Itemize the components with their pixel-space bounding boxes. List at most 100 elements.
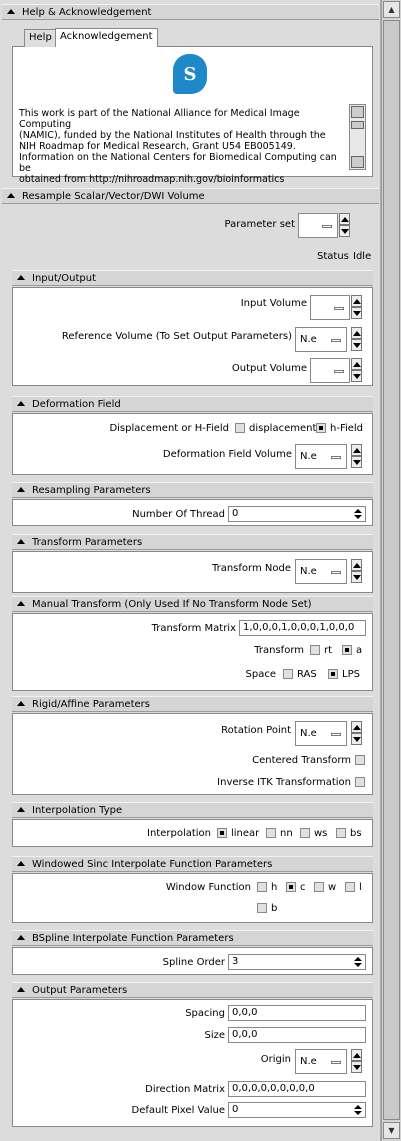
ras-radio[interactable] xyxy=(283,669,293,679)
window-w-radio[interactable] xyxy=(314,882,324,892)
window-function-label: Window Function xyxy=(165,882,251,893)
centered-transform-checkbox[interactable] xyxy=(355,755,365,765)
ras-option-label: RAS xyxy=(297,669,317,680)
spin-arrows-icon[interactable] xyxy=(354,1105,362,1116)
spin-arrows-icon[interactable] xyxy=(354,957,362,968)
inverse-itk-checkbox[interactable] xyxy=(355,777,365,787)
module-panel: Help & Acknowledgement Help Acknowledgem… xyxy=(0,0,381,1141)
module-header[interactable]: Resample Scalar/Vector/DWI Volume xyxy=(2,188,379,204)
scroll-thumb[interactable] xyxy=(351,121,364,129)
collapse-arrow-icon[interactable] xyxy=(7,193,15,198)
threads-spinbox[interactable]: 0 xyxy=(228,506,366,522)
window-b-radio[interactable] xyxy=(257,903,267,913)
bs-option-label: bs xyxy=(350,828,362,839)
origin-dropdown[interactable]: N.e xyxy=(295,1049,347,1074)
bspline-section-header[interactable]: BSpline Interpolate Function Parameters xyxy=(12,930,373,946)
rotation-point-label: Rotation Point xyxy=(221,725,291,736)
nn-radio[interactable] xyxy=(266,828,276,838)
collapse-arrow-icon[interactable] xyxy=(17,701,25,706)
hfield-radio[interactable] xyxy=(316,423,326,433)
default-pixel-spinbox[interactable]: 0 xyxy=(228,1102,366,1118)
parameter-set-dropdown[interactable] xyxy=(298,213,338,238)
deformation-field-stepper[interactable] xyxy=(351,444,362,469)
scroll-down-arrow-icon[interactable]: ▼ xyxy=(383,1122,400,1139)
deformation-field-volume-label: Deformation Field Volume xyxy=(162,449,292,460)
centered-transform-label: Centered Transform xyxy=(252,755,351,766)
manual-transform-section-header[interactable]: Manual Transform (Only Used If No Transf… xyxy=(12,596,373,612)
hfield-option-label: h-Field xyxy=(330,423,364,434)
collapse-arrow-icon[interactable] xyxy=(17,935,25,940)
spin-arrows-icon[interactable] xyxy=(354,509,362,520)
tab-acknowledgement[interactable]: Acknowledgement xyxy=(55,28,158,47)
transform-section-header[interactable]: Transform Parameters xyxy=(12,534,373,550)
size-field[interactable]: 0,0,0 xyxy=(228,1027,366,1043)
interpolation-section-header[interactable]: Interpolation Type xyxy=(12,802,373,818)
spline-order-spinbox[interactable]: 3 xyxy=(228,954,366,970)
origin-stepper[interactable] xyxy=(351,1049,362,1074)
windowed-sinc-section-header[interactable]: Windowed Sinc Interpolate Function Param… xyxy=(12,856,373,872)
window-c-option-label: c xyxy=(300,882,306,893)
collapse-arrow-icon[interactable] xyxy=(17,807,25,812)
reference-volume-label: Reference Volume (To Set Output Paramete… xyxy=(61,331,292,342)
spacing-field[interactable]: 0,0,0 xyxy=(228,1005,366,1021)
window-l-radio[interactable] xyxy=(345,882,355,892)
rotation-point-dropdown[interactable]: N.e xyxy=(295,721,347,746)
input-volume-label: Input Volume xyxy=(240,298,307,309)
ack-line: (NAMIC), funded by the National Institut… xyxy=(19,130,326,141)
status-value: Idle xyxy=(353,251,372,262)
collapse-arrow-icon[interactable] xyxy=(17,987,25,992)
transform-section-title: Transform Parameters xyxy=(32,537,143,548)
output-volume-stepper[interactable] xyxy=(351,358,362,383)
ack-line: NIH Roadmap for Medical Research, Grant … xyxy=(19,141,296,152)
transform-node-stepper[interactable] xyxy=(351,559,362,584)
rigid-section-header[interactable]: Rigid/Affine Parameters xyxy=(12,696,373,712)
space-label: Space xyxy=(245,669,276,680)
help-section-header[interactable]: Help & Acknowledgement xyxy=(2,4,379,20)
resampling-section-header[interactable]: Resampling Parameters xyxy=(12,482,373,498)
rotation-point-stepper[interactable] xyxy=(351,721,362,746)
collapse-arrow-icon[interactable] xyxy=(17,539,25,544)
linear-radio[interactable] xyxy=(217,828,227,838)
window-w-option-label: w xyxy=(328,882,337,893)
output-volume-label: Output Volume xyxy=(231,363,307,374)
reference-volume-stepper[interactable] xyxy=(351,327,362,352)
scroll-up-arrow-icon[interactable]: ▲ xyxy=(383,1,400,18)
deformation-section-header[interactable]: Deformation Field xyxy=(12,396,373,412)
scrollbar-thumb[interactable] xyxy=(383,20,400,1120)
ack-scrollbar[interactable] xyxy=(349,104,366,170)
bs-radio[interactable] xyxy=(336,828,346,838)
ack-line: Information on the National Centers for … xyxy=(19,152,337,174)
io-section-header[interactable]: Input/Output xyxy=(12,270,373,286)
window-l-option-label: l xyxy=(359,882,362,893)
collapse-arrow-icon[interactable] xyxy=(17,401,25,406)
collapse-arrow-icon[interactable] xyxy=(17,601,25,606)
lps-radio[interactable] xyxy=(328,669,338,679)
parameter-set-stepper[interactable] xyxy=(339,213,350,238)
output-volume-dropdown[interactable] xyxy=(310,358,350,383)
collapse-arrow-icon[interactable] xyxy=(17,275,25,280)
direction-matrix-field[interactable]: 0,0,0,0,0,0,0,0,0 xyxy=(228,1081,366,1097)
window-h-radio[interactable] xyxy=(257,882,267,892)
collapse-arrow-icon[interactable] xyxy=(17,861,25,866)
window-b-option-label: b xyxy=(271,903,278,914)
collapse-arrow-icon[interactable] xyxy=(7,9,15,14)
input-volume-dropdown[interactable] xyxy=(310,295,350,320)
rt-radio[interactable] xyxy=(310,645,320,655)
scroll-up-icon[interactable] xyxy=(351,106,364,118)
module-title: Resample Scalar/Vector/DWI Volume xyxy=(22,191,205,202)
collapse-arrow-icon[interactable] xyxy=(17,487,25,492)
displacement-radio[interactable] xyxy=(235,423,245,433)
transform-node-dropdown[interactable]: N.e xyxy=(295,559,347,584)
a-radio[interactable] xyxy=(342,645,352,655)
scroll-down-icon[interactable] xyxy=(351,156,364,168)
window-c-radio[interactable] xyxy=(286,882,296,892)
ws-radio[interactable] xyxy=(300,828,310,838)
deformation-field-dropdown[interactable]: N.e xyxy=(295,444,347,469)
reference-volume-dropdown[interactable]: N.e xyxy=(295,327,347,352)
tab-help[interactable]: Help xyxy=(24,29,57,47)
transform-matrix-field[interactable]: 1,0,0,0,1,0,0,0,1,0,0,0 xyxy=(239,620,366,636)
output-section-header[interactable]: Output Parameters xyxy=(12,982,373,998)
output-section-title: Output Parameters xyxy=(32,985,128,996)
main-scrollbar[interactable]: ▲ ▼ xyxy=(381,0,401,1141)
input-volume-stepper[interactable] xyxy=(351,295,362,320)
